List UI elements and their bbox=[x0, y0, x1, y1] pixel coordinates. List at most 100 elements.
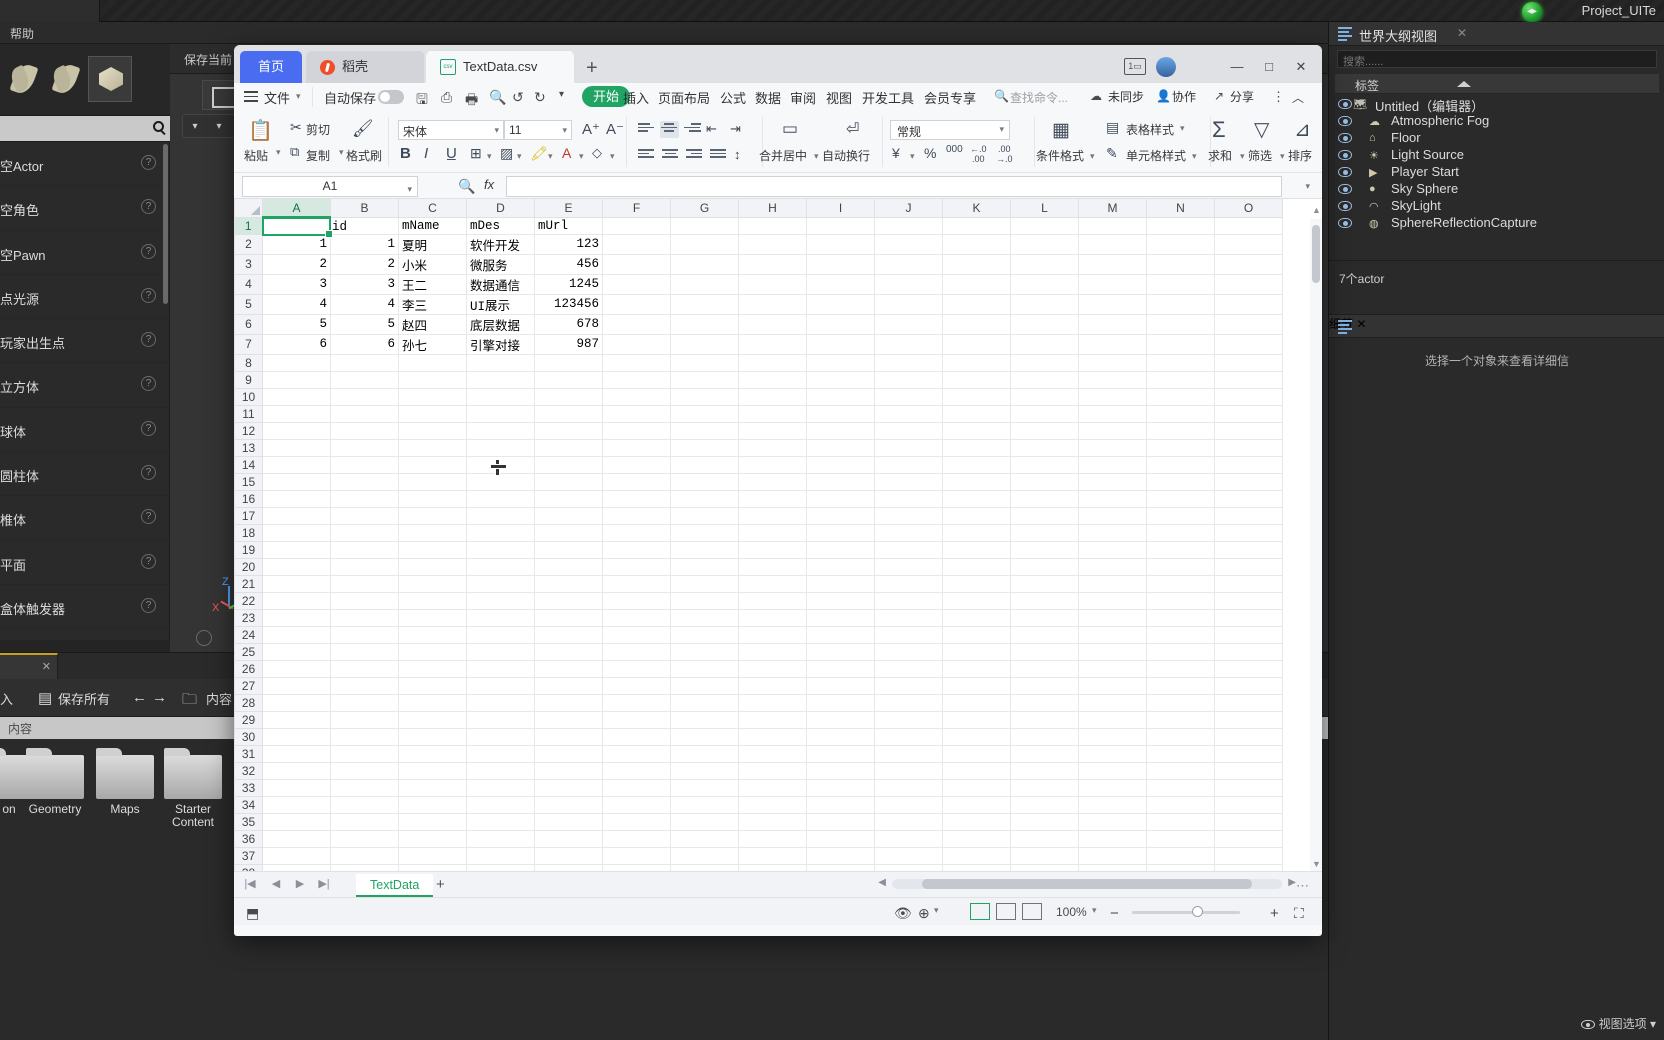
cell-E6[interactable]: 678 bbox=[535, 314, 603, 334]
cell-J9[interactable] bbox=[875, 371, 943, 388]
cell-D16[interactable] bbox=[467, 490, 535, 507]
cell-I14[interactable] bbox=[807, 456, 875, 473]
expand-formula-bar-icon[interactable]: ▾ bbox=[1305, 181, 1310, 192]
ribbon-tab-formula[interactable]: 公式 bbox=[720, 88, 746, 107]
scroll-down-icon[interactable]: ▼ bbox=[1312, 859, 1320, 869]
row-header-5[interactable]: 5 bbox=[235, 294, 263, 314]
redo-icon[interactable]: ↻ bbox=[534, 89, 546, 106]
outliner-item-5[interactable]: ●Sky Sphere bbox=[1329, 181, 1664, 198]
close-button[interactable]: ✕ bbox=[1286, 55, 1316, 79]
cell-E12[interactable] bbox=[535, 422, 603, 439]
cell-D11[interactable] bbox=[467, 405, 535, 422]
cell-O33[interactable] bbox=[1215, 779, 1283, 796]
cell-D22[interactable] bbox=[467, 592, 535, 609]
cell-N9[interactable] bbox=[1147, 371, 1215, 388]
cell-G36[interactable] bbox=[671, 830, 739, 847]
cell-O12[interactable] bbox=[1215, 422, 1283, 439]
cell-L37[interactable] bbox=[1011, 847, 1079, 864]
wrap-text-label[interactable]: 自动换行 bbox=[822, 147, 870, 164]
cell-J25[interactable] bbox=[875, 643, 943, 660]
cell-C33[interactable] bbox=[399, 779, 467, 796]
cell-D23[interactable] bbox=[467, 609, 535, 626]
cell-B25[interactable] bbox=[331, 643, 399, 660]
cell-O36[interactable] bbox=[1215, 830, 1283, 847]
cell-N21[interactable] bbox=[1147, 575, 1215, 592]
cell-G2[interactable] bbox=[671, 234, 739, 254]
cell-F30[interactable] bbox=[603, 728, 671, 745]
cell-A7[interactable]: 6 bbox=[263, 334, 331, 354]
cell-L35[interactable] bbox=[1011, 813, 1079, 830]
column-header-K[interactable]: K bbox=[943, 199, 1011, 217]
row-header-17[interactable]: 17 bbox=[235, 507, 263, 524]
save-icon[interactable]: 🖫 bbox=[416, 89, 428, 113]
cell-H1[interactable] bbox=[739, 217, 807, 234]
chevron-down-icon[interactable]: ▾ bbox=[276, 147, 281, 158]
zoom-slider-knob[interactable] bbox=[1192, 906, 1203, 917]
chevron-down-icon[interactable]: ▾ bbox=[910, 151, 915, 162]
cell-G20[interactable] bbox=[671, 558, 739, 575]
ribbon-tab-review[interactable]: 审阅 bbox=[790, 88, 816, 107]
table-row[interactable]: 27 bbox=[235, 677, 1283, 694]
fill-color-icon[interactable]: 🖍 bbox=[530, 145, 548, 162]
cell-H18[interactable] bbox=[739, 524, 807, 541]
cell-N8[interactable] bbox=[1147, 354, 1215, 371]
cell-B15[interactable] bbox=[331, 473, 399, 490]
cell-H6[interactable] bbox=[739, 314, 807, 334]
column-header-G[interactable]: G bbox=[671, 199, 739, 217]
cell-H37[interactable] bbox=[739, 847, 807, 864]
cell-G1[interactable] bbox=[671, 217, 739, 234]
cell-I36[interactable] bbox=[807, 830, 875, 847]
row-header-15[interactable]: 15 bbox=[235, 473, 263, 490]
cell-J20[interactable] bbox=[875, 558, 943, 575]
cell-N2[interactable] bbox=[1147, 234, 1215, 254]
close-icon[interactable]: ✕ bbox=[1356, 317, 1366, 331]
cell-B1[interactable] bbox=[331, 217, 399, 234]
autosum-icon[interactable]: Σ bbox=[1212, 117, 1226, 143]
cell-I15[interactable] bbox=[807, 473, 875, 490]
cell-I10[interactable] bbox=[807, 388, 875, 405]
table-row[interactable]: 16 bbox=[235, 490, 1283, 507]
cell-M36[interactable] bbox=[1079, 830, 1147, 847]
cell-O24[interactable] bbox=[1215, 626, 1283, 643]
row-header-4[interactable]: 4 bbox=[235, 274, 263, 294]
cell-H12[interactable] bbox=[739, 422, 807, 439]
cell-C25[interactable] bbox=[399, 643, 467, 660]
cell-I34[interactable] bbox=[807, 796, 875, 813]
cell-N1[interactable] bbox=[1147, 217, 1215, 234]
cell-J19[interactable] bbox=[875, 541, 943, 558]
cell-G16[interactable] bbox=[671, 490, 739, 507]
cell-J10[interactable] bbox=[875, 388, 943, 405]
place-actor-item-3[interactable]: 点光源? bbox=[0, 275, 170, 319]
cell-M13[interactable] bbox=[1079, 439, 1147, 456]
row-header-29[interactable]: 29 bbox=[235, 711, 263, 728]
cell-J36[interactable] bbox=[875, 830, 943, 847]
chevron-down-icon[interactable]: ▾ bbox=[407, 180, 412, 199]
cell-N28[interactable] bbox=[1147, 694, 1215, 711]
wrap-text-icon[interactable]: ⏎ bbox=[846, 119, 859, 139]
cell-A5[interactable]: 4 bbox=[263, 294, 331, 314]
help-icon[interactable]: ? bbox=[141, 554, 156, 569]
sync-status[interactable]: 未同步 bbox=[1108, 88, 1144, 105]
cell-H35[interactable] bbox=[739, 813, 807, 830]
cell-H32[interactable] bbox=[739, 762, 807, 779]
cell-O14[interactable] bbox=[1215, 456, 1283, 473]
cell-A1[interactable] bbox=[263, 217, 331, 234]
column-header-C[interactable]: C bbox=[399, 199, 467, 217]
cell-N38[interactable] bbox=[1147, 864, 1215, 871]
cell-A31[interactable] bbox=[263, 745, 331, 762]
cell-L33[interactable] bbox=[1011, 779, 1079, 796]
cell-J27[interactable] bbox=[875, 677, 943, 694]
cell-L24[interactable] bbox=[1011, 626, 1079, 643]
cell-O18[interactable] bbox=[1215, 524, 1283, 541]
cell-B30[interactable] bbox=[331, 728, 399, 745]
cell-K36[interactable] bbox=[943, 830, 1011, 847]
cell-E1[interactable]: mUrl bbox=[535, 217, 603, 234]
cell-H22[interactable] bbox=[739, 592, 807, 609]
font-name-select[interactable]: 宋体 ▾ bbox=[398, 120, 504, 140]
cell-F5[interactable] bbox=[603, 294, 671, 314]
cell-E38[interactable] bbox=[535, 864, 603, 871]
row-header-19[interactable]: 19 bbox=[235, 541, 263, 558]
cell-L27[interactable] bbox=[1011, 677, 1079, 694]
cell-M18[interactable] bbox=[1079, 524, 1147, 541]
table-row[interactable]: 22 bbox=[235, 592, 1283, 609]
